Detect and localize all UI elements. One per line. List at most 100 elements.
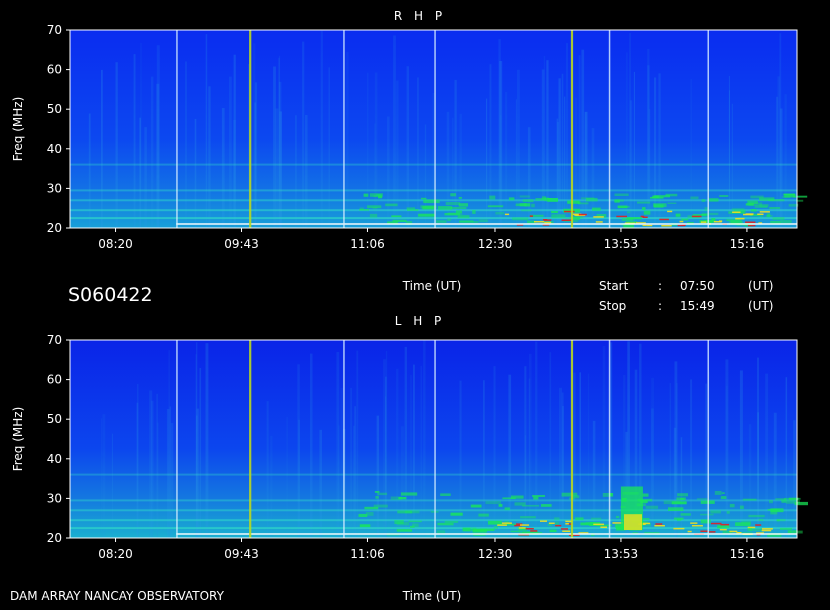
emission-patch (591, 517, 602, 520)
interference-line (249, 30, 252, 228)
y-tick-label: 70 (47, 23, 62, 37)
emission-streak (562, 406, 564, 538)
emission-patch (626, 217, 642, 220)
emission-patch (726, 511, 730, 514)
emission-patch (592, 207, 601, 211)
emission-streak (499, 61, 503, 228)
emission-streak (728, 76, 730, 228)
emission-peak (595, 221, 603, 223)
emission-streak (626, 52, 628, 228)
emission-peak (667, 210, 673, 213)
emission-streak (350, 388, 352, 538)
emission-patch (754, 205, 768, 208)
emission-streak (233, 120, 236, 228)
emission-patch (359, 207, 364, 210)
emission-patch (440, 493, 451, 496)
start-separator: : (658, 279, 662, 293)
emission-patch (488, 520, 502, 525)
burst-core (624, 514, 642, 530)
x-tick-label: 09:43 (224, 237, 259, 251)
emission-streak (149, 390, 153, 538)
emission-patch (472, 221, 479, 223)
emission-patch (445, 202, 461, 206)
emission-patch (710, 510, 721, 514)
emission-patch (577, 202, 589, 205)
emission-streak (524, 366, 527, 538)
emission-peak (687, 530, 692, 533)
emission-streak (205, 34, 208, 228)
emission-patch (458, 197, 462, 199)
emission-streak (393, 35, 396, 229)
emission-patch (504, 507, 510, 511)
emission-patch (522, 199, 534, 203)
emission-patch (457, 215, 470, 219)
emission-peak (518, 527, 526, 529)
y-tick-label: 60 (47, 63, 62, 77)
emission-patch (405, 510, 420, 514)
emission-streak (297, 364, 300, 538)
emission-patch (436, 220, 447, 223)
emission-patch (642, 207, 646, 210)
emission-patch (412, 523, 419, 528)
emission-patch (772, 217, 785, 220)
emission-patch (533, 496, 539, 500)
y-tick-label: 20 (47, 531, 62, 545)
emission-peak (679, 220, 684, 223)
emission-baseline (176, 533, 797, 535)
emission-patch (750, 209, 757, 212)
emission-patch (524, 203, 531, 207)
emission-peak (600, 526, 607, 528)
y-tick-label: 50 (47, 412, 62, 426)
emission-patch (375, 496, 379, 499)
emission-patch (617, 199, 624, 202)
emission-patch (390, 496, 402, 500)
emission-patch (766, 213, 771, 218)
emission-streak (417, 77, 419, 229)
emission-patch (572, 216, 581, 221)
emission-patch (400, 492, 418, 496)
emission-patch (544, 197, 549, 202)
emission-streak (725, 385, 728, 538)
emission-streak (676, 382, 678, 538)
emission-patch (373, 195, 378, 198)
emission-peak (659, 218, 669, 221)
emission-peak (578, 213, 587, 216)
emission-patch (447, 212, 463, 216)
emission-patch (759, 215, 764, 217)
emission-streak (690, 79, 693, 228)
emission-patch (775, 498, 786, 501)
emission-peak (692, 525, 703, 527)
emission-peak (593, 216, 604, 218)
emission-streak (387, 116, 390, 228)
emission-streak (205, 343, 209, 538)
time-axis-label-top: Time (UT) (402, 279, 462, 293)
emission-peak (700, 530, 708, 532)
emission-streak (486, 98, 488, 228)
emission-streak (505, 92, 508, 228)
emission-streak (199, 368, 202, 538)
emission-patch (714, 491, 722, 495)
emission-patch (369, 213, 378, 218)
emission-streak (765, 373, 769, 538)
emission-peak (530, 530, 538, 532)
emission-patch (472, 529, 485, 532)
emission-patch (508, 197, 515, 201)
lhp-title: L H P (395, 314, 446, 328)
emission-peak (661, 225, 672, 227)
emission-streak (266, 401, 269, 538)
emission-patch (462, 527, 471, 532)
emission-patch (776, 519, 780, 522)
emission-peak (562, 530, 571, 532)
calibration-line (343, 30, 345, 228)
emission-patch (519, 195, 530, 198)
calibration-line (434, 30, 436, 228)
emission-streak (385, 376, 387, 538)
emission-patch (421, 197, 427, 200)
x-tick-label: 08:20 (98, 237, 133, 251)
emission-patch (478, 219, 488, 223)
emission-streak (208, 86, 211, 228)
emission-patch (704, 207, 708, 211)
emission-patch (450, 207, 467, 209)
y-tick-label: 40 (47, 452, 62, 466)
emission-streak (270, 435, 273, 538)
